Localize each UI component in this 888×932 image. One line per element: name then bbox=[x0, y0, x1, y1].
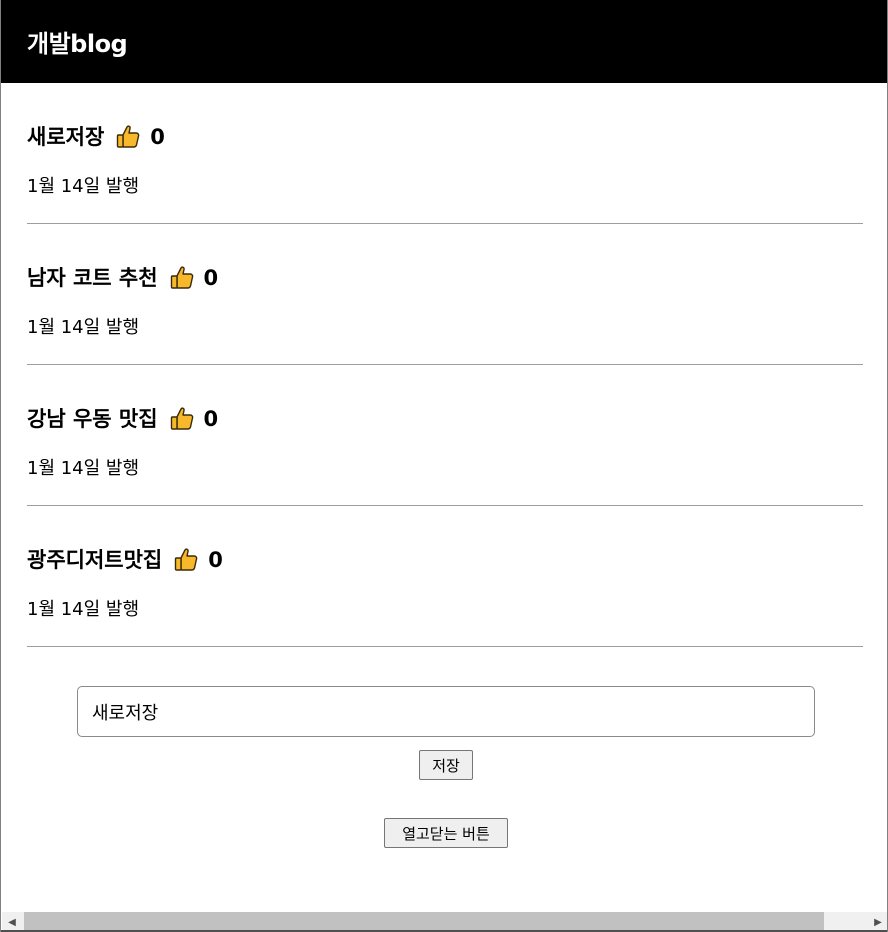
post-title[interactable]: 새로저장 bbox=[27, 123, 104, 151]
list-item: 남자 코트 추천 0 1월 14일 발행 bbox=[27, 224, 863, 365]
list-item: 광주디저트맛집 0 1월 14일 발행 bbox=[27, 506, 863, 647]
like-count: 0 bbox=[150, 125, 165, 149]
save-button[interactable]: 저장 bbox=[419, 750, 473, 780]
scroll-left-arrow-icon[interactable]: ◀ bbox=[2, 912, 22, 932]
thumbs-up-icon[interactable] bbox=[168, 264, 196, 292]
list-item: 강남 우동 맛집 0 1월 14일 발행 bbox=[27, 365, 863, 506]
like-count: 0 bbox=[208, 548, 223, 572]
app-title: 개발blog bbox=[27, 30, 128, 58]
like-count: 0 bbox=[203, 266, 219, 290]
toggle-modal-button[interactable]: 열고닫는 버튼 bbox=[384, 818, 508, 848]
post-title-input[interactable] bbox=[77, 686, 815, 737]
post-list: 새로저장 0 1월 14일 발행 남자 코트 추천 0 1월 14일 발행 강남… bbox=[1, 83, 887, 647]
post-date: 1월 14일 발행 bbox=[27, 317, 140, 338]
like-count: 0 bbox=[203, 407, 219, 431]
top-nav: 개발blog bbox=[1, 0, 887, 83]
scrollbar-thumb[interactable] bbox=[24, 912, 824, 932]
post-title[interactable]: 남자 코트 추천 bbox=[27, 264, 158, 292]
scroll-right-arrow-icon[interactable]: ▶ bbox=[868, 912, 887, 932]
post-title[interactable]: 강남 우동 맛집 bbox=[27, 405, 158, 433]
post-date: 1월 14일 발행 bbox=[27, 458, 140, 479]
thumbs-up-icon[interactable] bbox=[114, 123, 142, 151]
post-title[interactable]: 광주디저트맛집 bbox=[27, 546, 162, 574]
horizontal-scrollbar[interactable]: ◀ ▶ bbox=[2, 912, 887, 932]
post-date: 1월 14일 발행 bbox=[27, 176, 140, 197]
app-window: 개발blog 새로저장 0 1월 14일 발행 남자 코트 추천 0 1월 14… bbox=[0, 0, 888, 932]
post-date: 1월 14일 발행 bbox=[27, 599, 140, 620]
thumbs-up-icon[interactable] bbox=[172, 546, 200, 574]
list-item: 새로저장 0 1월 14일 발행 bbox=[27, 83, 863, 224]
thumbs-up-icon[interactable] bbox=[168, 405, 196, 433]
